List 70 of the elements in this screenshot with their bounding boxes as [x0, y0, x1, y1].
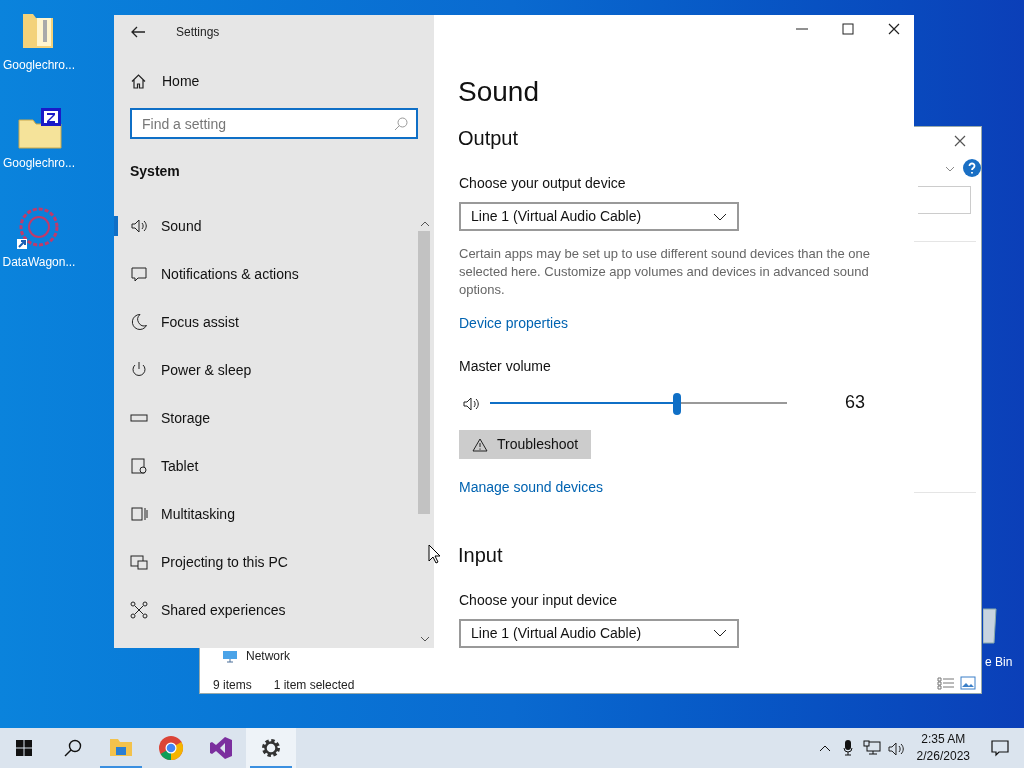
- details-view-icon[interactable]: [937, 676, 955, 690]
- scroll-up-icon[interactable]: [420, 220, 430, 228]
- nav-item[interactable]: Tablet: [114, 442, 414, 490]
- nav-item[interactable]: Network: [246, 650, 290, 663]
- windows-start-icon[interactable]: [16, 740, 32, 756]
- large-icons-view-icon[interactable]: [960, 676, 976, 690]
- nav-item[interactable]: Multitasking: [114, 490, 414, 538]
- page-title: Sound: [458, 75, 540, 109]
- help-icon[interactable]: [963, 159, 981, 177]
- dropdown[interactable]: Line 1 (Virtual Audio Cable): [459, 618, 739, 648]
- maximize-icon[interactable]: [842, 23, 854, 35]
- moon-icon: [130, 313, 148, 331]
- nav-item[interactable]: Notifications & actions: [114, 250, 414, 298]
- slider-thumb[interactable]: [673, 392, 682, 415]
- scroll-down-icon[interactable]: [420, 635, 430, 643]
- help-text: Certain apps may be set up to use different sound devices than the one selected here. Customize app volumes and devices in advanced sound options.: [459, 245, 871, 300]
- monitor-icon: [222, 650, 238, 663]
- desktop-icon-label[interactable]: e Bin: [985, 653, 1013, 671]
- desktop-icon-label[interactable]: Googlechro...: [2, 56, 75, 74]
- scrollbar-thumb[interactable]: [418, 231, 430, 514]
- microphone-icon[interactable]: [842, 740, 853, 756]
- search-field[interactable]: Find a setting: [130, 108, 418, 139]
- nav-item[interactable]: Focus assist: [114, 298, 414, 346]
- close-icon[interactable]: [888, 23, 900, 35]
- desktop-icon-label[interactable]: Googlechro...: [2, 154, 75, 172]
- multitasking-icon: [130, 505, 148, 523]
- network-icon[interactable]: [862, 740, 881, 756]
- field-label: Choose your output device: [459, 174, 627, 193]
- taskbar-app[interactable]: [246, 728, 296, 768]
- clock[interactable]: 2:35 AM 2/26/2023: [910, 731, 976, 765]
- chevron-down-icon: [713, 629, 727, 638]
- home-link[interactable]: Home: [162, 71, 200, 92]
- field-label: Choose your input device: [459, 590, 618, 610]
- window-title: Settings: [176, 24, 220, 41]
- volume-value: 63: [845, 391, 866, 415]
- visual-studio-icon: [208, 735, 234, 761]
- home-icon: [131, 74, 146, 89]
- warning-icon: [472, 437, 488, 452]
- status-text: 1 item selected: [273, 677, 355, 694]
- field-label: Master volume: [459, 357, 552, 377]
- shared-experiences-icon: [130, 601, 148, 619]
- dropdown[interactable]: Line 1 (Virtual Audio Cable): [459, 202, 739, 232]
- action-center-icon[interactable]: [990, 739, 1010, 757]
- nav-item[interactable]: Storage: [114, 394, 414, 442]
- chevron-up-icon[interactable]: [818, 744, 831, 752]
- section-heading: System: [129, 162, 181, 181]
- troubleshoot-button[interactable]: Troubleshoot: [459, 430, 592, 459]
- power-icon: [130, 361, 148, 379]
- link[interactable]: Manage sound devices: [459, 476, 603, 498]
- projector-icon: [130, 553, 148, 571]
- section-heading: Input: [458, 542, 504, 568]
- tablet-icon: [130, 457, 148, 475]
- link[interactable]: Device properties: [459, 313, 568, 335]
- nav-item[interactable]: Projecting to this PC: [114, 538, 414, 586]
- nav-item[interactable]: Shared experiences: [114, 586, 414, 634]
- volume-slider[interactable]: [490, 392, 787, 413]
- nav-item[interactable]: Power & sleep: [114, 346, 414, 394]
- desktop-icon-label[interactable]: DataWagon...: [2, 253, 76, 271]
- chevron-down-icon: [713, 212, 727, 221]
- speaker-icon[interactable]: [886, 740, 905, 756]
- chrome-icon: [158, 735, 184, 761]
- close-icon[interactable]: [954, 135, 966, 147]
- search-icon: [394, 117, 408, 131]
- speech-bubble-icon: [130, 265, 148, 283]
- search-icon[interactable]: [64, 739, 82, 757]
- back-icon[interactable]: [130, 25, 146, 39]
- section-heading: Output: [458, 126, 520, 151]
- zip-folder-icon[interactable]: [15, 106, 63, 150]
- speaker-icon: [130, 217, 148, 235]
- status-text: 9 items: [213, 677, 252, 694]
